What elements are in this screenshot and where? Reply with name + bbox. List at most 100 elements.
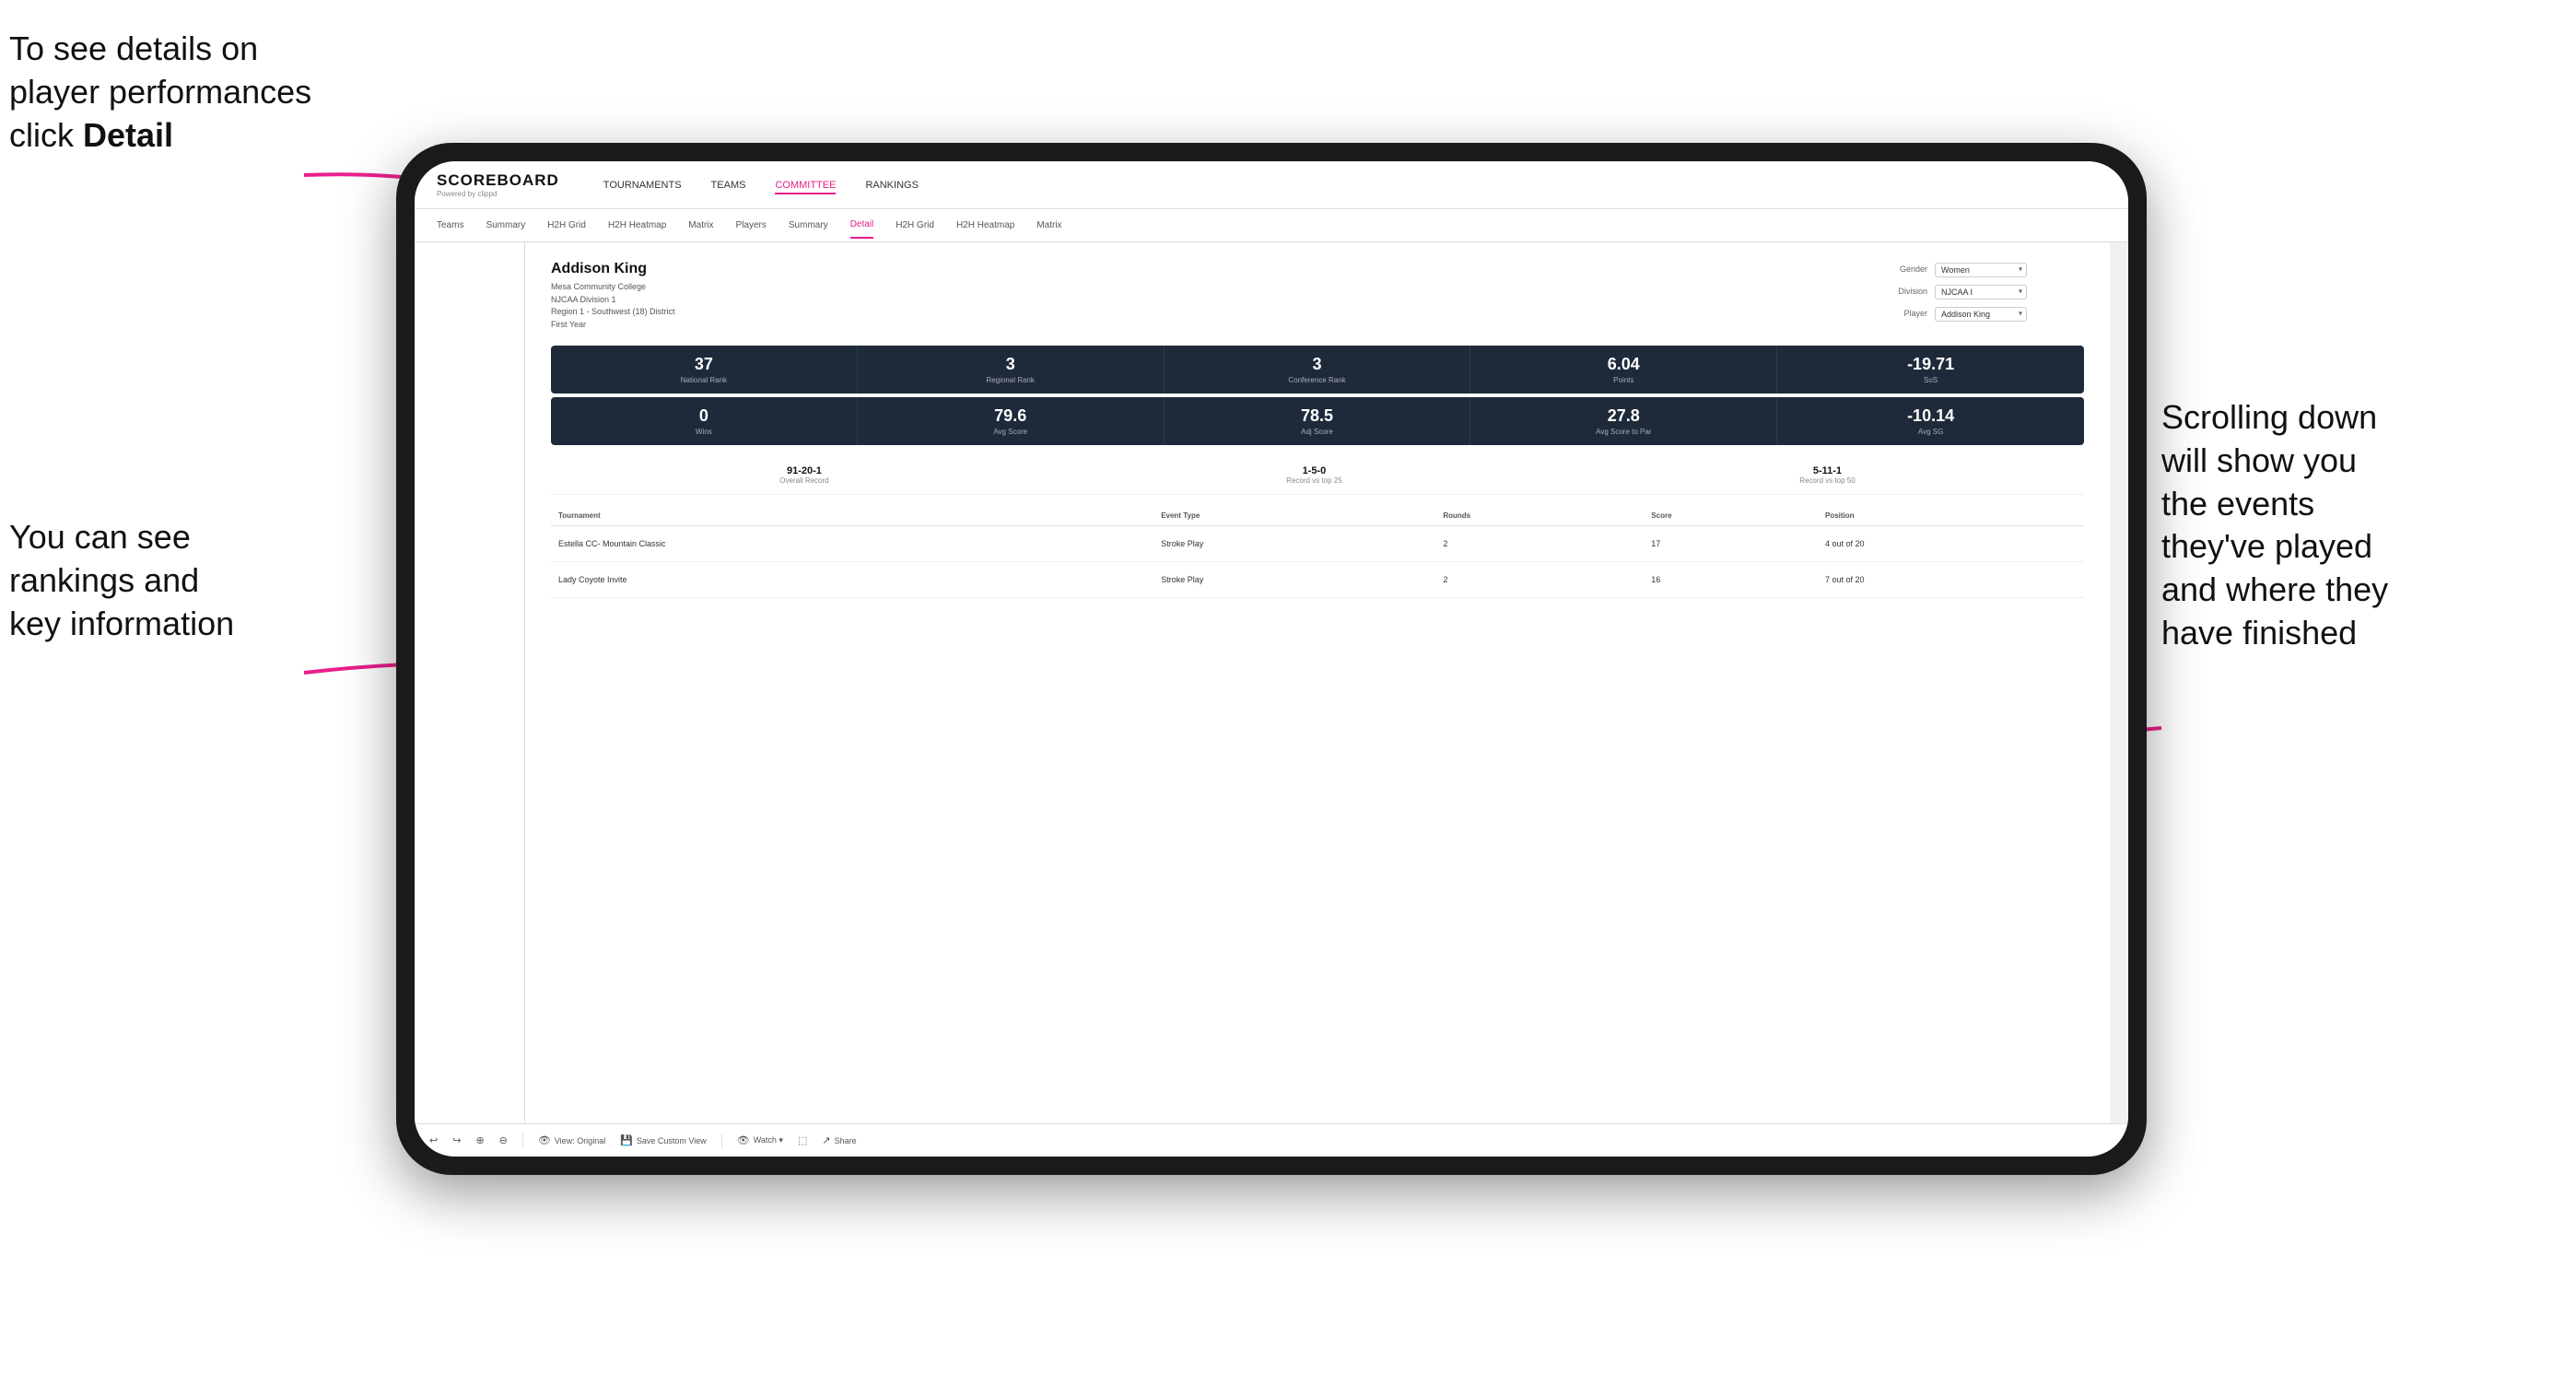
sub-nav-teams[interactable]: Teams: [437, 213, 463, 238]
annotation-right: Scrolling down will show you the events …: [2161, 396, 2548, 655]
rounds-2: 2: [1435, 562, 1644, 598]
stat-wins: 0 Wins: [551, 397, 858, 445]
stat-adj-score-value: 78.5: [1172, 406, 1463, 426]
record-top50-label: Record vs top 50: [1799, 476, 1855, 485]
player-dropdown[interactable]: Addison King: [1935, 307, 2027, 322]
stat-avg-score-par-value: 27.8: [1478, 406, 1769, 426]
player-selector-row: Player Addison King: [1881, 305, 2084, 322]
sub-nav-players[interactable]: Players: [736, 213, 767, 238]
division-dropdown-wrap[interactable]: NJCAA I NJCAA II: [1935, 283, 2027, 300]
toolbar-zoom-in[interactable]: ⊕: [475, 1134, 484, 1146]
player-division: NJCAA Division 1: [551, 294, 675, 307]
col-tournament: Tournament: [551, 506, 1153, 526]
col-position: Position: [1818, 506, 2084, 526]
sidebar-left: [415, 242, 525, 1123]
stat-adj-score-label: Adj Score: [1172, 428, 1463, 436]
nav-committee[interactable]: COMMITTEE: [775, 176, 836, 194]
division-selector-row: Division NJCAA I NJCAA II: [1881, 283, 2084, 300]
sub-nav-detail[interactable]: Detail: [850, 212, 874, 239]
toolbar-divider2: [721, 1133, 722, 1148]
share-label: Share: [835, 1136, 857, 1145]
view-original-label: View: Original: [555, 1136, 605, 1145]
nav-teams[interactable]: TEAMS: [711, 176, 746, 194]
table-row[interactable]: Lady Coyote Invite Stroke Play 2 16 7 ou…: [551, 562, 2084, 598]
tablet: SCOREBOARD Powered by clippd TOURNAMENTS…: [396, 143, 2147, 1175]
record-top25: 1-5-0 Record vs top 25: [1286, 465, 1341, 485]
record-overall: 91-20-1 Overall Record: [779, 465, 828, 485]
player-info: Addison King Mesa Community College NJCA…: [551, 261, 675, 331]
stat-wins-label: Wins: [558, 428, 849, 436]
stat-avg-sg-label: Avg SG: [1785, 428, 2077, 436]
undo-icon: ↩: [429, 1134, 438, 1146]
annotation-top-left: To see details on player performances cl…: [9, 28, 359, 157]
player-dropdown-wrap[interactable]: Addison King: [1935, 305, 2027, 322]
sub-nav-summary2[interactable]: Summary: [789, 213, 828, 238]
sub-nav-matrix2[interactable]: Matrix: [1036, 213, 1061, 238]
stat-national-rank: 37 National Rank: [551, 346, 858, 393]
division-dropdown[interactable]: NJCAA I NJCAA II: [1935, 285, 2027, 300]
record-overall-value: 91-20-1: [779, 465, 828, 476]
toolbar-screen[interactable]: ⬚: [798, 1134, 807, 1146]
stat-avg-score-par-label: Avg Score to Par: [1478, 428, 1769, 436]
stats-grid-row2: 0 Wins 79.6 Avg Score 78.5 Adj Score 27.…: [551, 397, 2084, 445]
toolbar-save-custom[interactable]: 💾 Save Custom View: [620, 1134, 707, 1146]
stat-avg-score-label: Avg Score: [865, 428, 1156, 436]
toolbar-undo[interactable]: ↩: [429, 1134, 438, 1146]
gender-dropdown[interactable]: Women Men: [1935, 263, 2027, 277]
record-top50: 5-11-1 Record vs top 50: [1799, 465, 1855, 485]
col-score: Score: [1644, 506, 1818, 526]
stat-national-rank-value: 37: [558, 355, 849, 374]
stat-avg-score: 79.6 Avg Score: [858, 397, 1165, 445]
stat-avg-sg: -10.14 Avg SG: [1777, 397, 2084, 445]
stat-conference-rank-label: Conference Rank: [1172, 376, 1463, 384]
bottom-toolbar: ↩ ↪ ⊕ ⊖ 👁 View: Original 💾 Save Custom V…: [415, 1123, 2128, 1157]
gender-label: Gender: [1881, 264, 1927, 274]
save-custom-label: Save Custom View: [637, 1136, 707, 1145]
toolbar-share[interactable]: ↗ Share: [822, 1134, 856, 1146]
player-year: First Year: [551, 319, 675, 332]
stats-grid-row1: 37 National Rank 3 Regional Rank 3 Confe…: [551, 346, 2084, 393]
top-nav: SCOREBOARD Powered by clippd TOURNAMENTS…: [415, 161, 2128, 209]
scoreboard-logo: SCOREBOARD Powered by clippd: [437, 171, 559, 198]
table-row[interactable]: Estella CC- Mountain Classic Stroke Play…: [551, 526, 2084, 562]
player-label: Player: [1881, 309, 1927, 318]
col-event-type: Event Type: [1153, 506, 1435, 526]
sub-nav: Teams Summary H2H Grid H2H Heatmap Matri…: [415, 209, 2128, 242]
toolbar-view-original[interactable]: 👁 View: Original: [538, 1134, 605, 1146]
eye-icon: 👁: [538, 1134, 551, 1146]
col-rounds: Rounds: [1435, 506, 1644, 526]
gender-dropdown-wrap[interactable]: Women Men: [1935, 261, 2027, 277]
toolbar-watch[interactable]: 👁 Watch ▾: [737, 1134, 783, 1146]
player-header: Addison King Mesa Community College NJCA…: [551, 261, 2084, 331]
share-icon: ↗: [822, 1134, 830, 1146]
nav-tournaments[interactable]: TOURNAMENTS: [603, 176, 682, 194]
event-type-1: Stroke Play: [1153, 526, 1435, 562]
toolbar-redo[interactable]: ↪: [452, 1134, 461, 1146]
sub-nav-h2h-heatmap[interactable]: H2H Heatmap: [608, 213, 666, 238]
toolbar-zoom-out[interactable]: ⊖: [499, 1134, 508, 1146]
sub-nav-h2h-grid2[interactable]: H2H Grid: [896, 213, 934, 238]
stat-sos-label: SoS: [1785, 376, 2077, 384]
player-region: Region 1 - Southwest (18) District: [551, 306, 675, 319]
sub-nav-h2h-heatmap2[interactable]: H2H Heatmap: [956, 213, 1014, 238]
event-type-2: Stroke Play: [1153, 562, 1435, 598]
stat-regional-rank: 3 Regional Rank: [858, 346, 1165, 393]
tablet-screen: SCOREBOARD Powered by clippd TOURNAMENTS…: [415, 161, 2128, 1157]
stat-conference-rank-value: 3: [1172, 355, 1463, 374]
logo-sub: Powered by clippd: [437, 190, 559, 198]
tournament-name-1: Estella CC- Mountain Classic: [551, 526, 1153, 562]
stat-conference-rank: 3 Conference Rank: [1165, 346, 1471, 393]
sub-nav-summary[interactable]: Summary: [486, 213, 525, 238]
stat-points: 6.04 Points: [1470, 346, 1777, 393]
score-2: 16: [1644, 562, 1818, 598]
sub-nav-h2h-grid[interactable]: H2H Grid: [547, 213, 586, 238]
nav-rankings[interactable]: RANKINGS: [865, 176, 918, 194]
record-top25-label: Record vs top 25: [1286, 476, 1341, 485]
record-top25-value: 1-5-0: [1286, 465, 1341, 476]
position-2: 7 out of 20: [1818, 562, 2084, 598]
zoom-in-icon: ⊕: [475, 1134, 484, 1146]
stat-sos-value: -19.71: [1785, 355, 2077, 374]
save-icon: 💾: [620, 1134, 633, 1146]
sub-nav-matrix[interactable]: Matrix: [688, 213, 713, 238]
table-header-row: Tournament Event Type Rounds Score Posit…: [551, 506, 2084, 526]
